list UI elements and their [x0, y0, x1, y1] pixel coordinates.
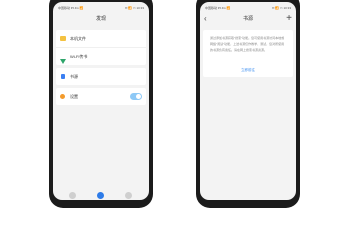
tab-home-icon[interactable]: [69, 192, 76, 199]
book-source-icon: [61, 74, 65, 79]
tab-profile-icon[interactable]: [125, 192, 132, 199]
left-phone-frame: 中国移动 ▾▾ 4G 📶 ✉ 📶 ▭ 10:33 发现 本机文件 Wi-Fi传书…: [49, 0, 153, 208]
bottom-tab-bar: [53, 190, 149, 200]
discover-screen: 中国移动 ▾▾ 4G 📶 ✉ 📶 ▭ 10:33 发现 本机文件 Wi-Fi传书…: [53, 2, 149, 200]
tab-discover-icon[interactable]: [97, 192, 104, 199]
empty-state-card: 通过添加书源获取"搜索"功能。您可使用书源访问本地或网络"阅读"功能，上述书源仅…: [203, 30, 293, 77]
settings-group: 设置: [56, 88, 146, 105]
menu-item-book-source[interactable]: 书源: [56, 68, 146, 85]
folder-icon: [60, 36, 66, 41]
add-icon[interactable]: +: [286, 13, 292, 25]
menu-item-local-files[interactable]: 本机文件: [56, 30, 146, 48]
status-bar: 中国移动 ▾▾ 4G 📶 ✉ 📶 ▭ 10:33: [57, 4, 145, 12]
menu-item-wifi-transfer[interactable]: Wi-Fi传书: [56, 48, 146, 65]
header-bar: ‹ 书源 +: [200, 13, 296, 25]
wifi-icon: [60, 54, 66, 64]
gear-icon: [60, 94, 65, 99]
right-phone-frame: 中国移动 ▾▾ 4G 📶 ✉ 📶 ▭ 10:33 ‹ 书源 + 通过添加书源获取…: [196, 0, 300, 208]
carrier-text: 中国移动 ▾▾ 4G 📶: [58, 6, 84, 10]
status-bar: 中国移动 ▾▾ 4G 📶 ✉ 📶 ▭ 10:33: [204, 4, 292, 12]
book-source-screen: 中国移动 ▾▾ 4G 📶 ✉ 📶 ▭ 10:33 ‹ 书源 + 通过添加书源获取…: [200, 2, 296, 200]
discover-menu-group: 本机文件 Wi-Fi传书: [56, 30, 146, 65]
go-now-link[interactable]: 立即前往: [203, 65, 293, 77]
book-source-group: 书源: [56, 68, 146, 85]
system-status: ✉ 📶 ▭ 10:33: [124, 6, 144, 10]
page-title: 发现: [95, 16, 106, 22]
menu-item-settings[interactable]: 设置: [56, 88, 146, 105]
menu-item-label: 设置: [70, 94, 78, 99]
carrier-text: 中国移动 ▾▾ 4G 📶: [205, 6, 231, 10]
menu-item-label: 本机文件: [70, 36, 86, 41]
menu-item-label: Wi-Fi传书: [70, 54, 88, 59]
page-title: 书源: [242, 16, 253, 22]
menu-item-label: 书源: [70, 74, 78, 79]
book-source-description: 通过添加书源获取"搜索"功能。您可使用书源访问本地或网络"阅读"功能，上述书源仅…: [210, 36, 285, 52]
system-status: ✉ 📶 ▭ 10:33: [271, 6, 291, 10]
back-icon[interactable]: ‹: [204, 13, 207, 25]
settings-toggle[interactable]: [130, 93, 142, 100]
